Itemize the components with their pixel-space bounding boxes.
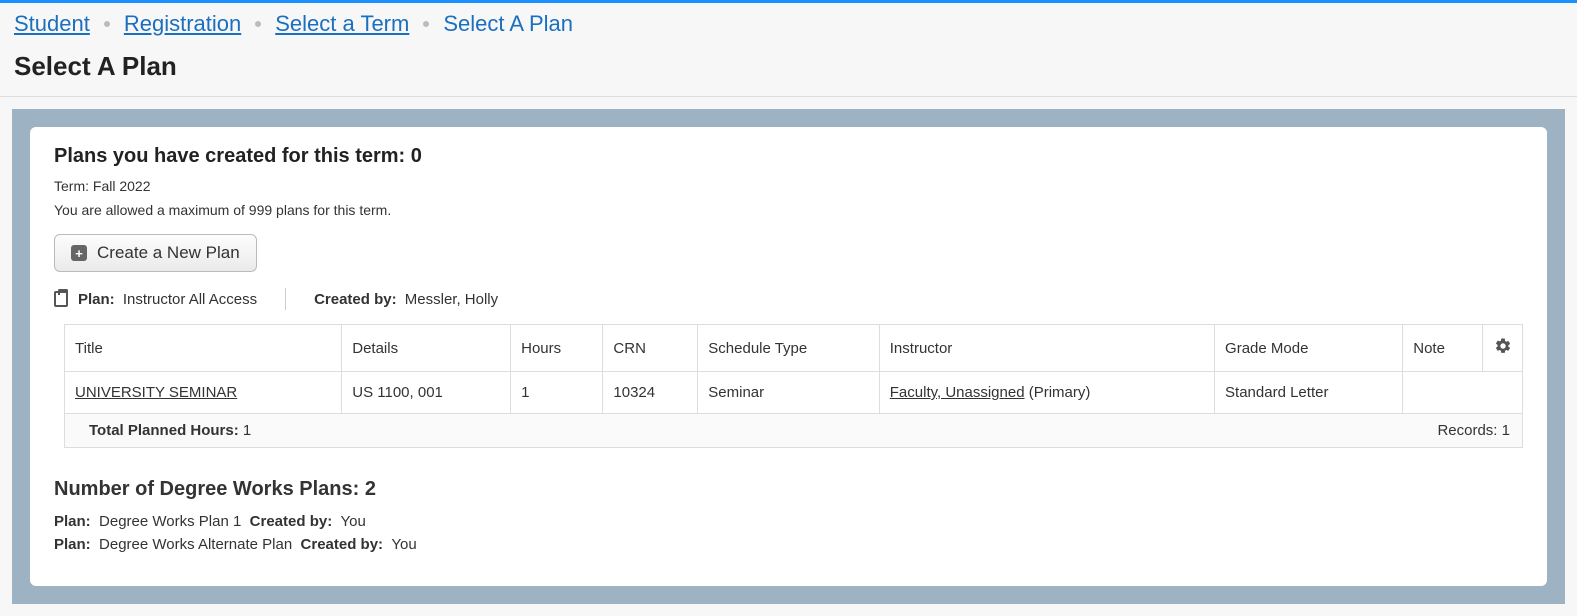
dw-created-by-label: Created by: bbox=[250, 513, 333, 530]
cell-details: US 1100, 001 bbox=[342, 372, 511, 414]
term-line: Term: Fall 2022 bbox=[54, 178, 1523, 194]
breadcrumb-separator-icon bbox=[255, 21, 261, 27]
dw-plan-value: Degree Works Alternate Plan bbox=[99, 536, 292, 553]
breadcrumb: Student Registration Select a Term Selec… bbox=[0, 3, 1577, 43]
content-panel: Plans you have created for this term: 0 … bbox=[30, 127, 1547, 586]
col-note[interactable]: Note bbox=[1403, 325, 1483, 372]
cell-instructor: Faculty, Unassigned (Primary) bbox=[879, 372, 1214, 414]
dw-count: 2 bbox=[365, 478, 376, 500]
dw-plan-label: Plan: bbox=[54, 536, 91, 553]
plans-created-heading-text: Plans you have created for this term: bbox=[54, 145, 411, 167]
cell-hours: 1 bbox=[511, 372, 603, 414]
records-label: Records: bbox=[1437, 422, 1501, 439]
plan-table: Title Details Hours CRN Schedule Type In… bbox=[64, 324, 1523, 414]
plan-label: Plan: bbox=[78, 291, 115, 308]
max-plans-text: You are allowed a maximum of 999 plans f… bbox=[54, 202, 1523, 218]
dw-created-by-value: You bbox=[341, 513, 366, 530]
gear-icon[interactable] bbox=[1494, 342, 1512, 359]
degree-works-heading: Number of Degree Works Plans: 2 bbox=[54, 478, 1523, 501]
col-instructor[interactable]: Instructor bbox=[879, 325, 1214, 372]
dw-plan-label: Plan: bbox=[54, 513, 91, 530]
cell-title: UNIVERSITY SEMINAR bbox=[65, 372, 342, 414]
clipboard-icon bbox=[54, 291, 68, 307]
instructor-link[interactable]: Faculty, Unassigned bbox=[890, 384, 1025, 401]
plus-icon: + bbox=[71, 245, 87, 261]
degree-works-section: Number of Degree Works Plans: 2 Plan: De… bbox=[54, 478, 1523, 556]
cell-crn: 10324 bbox=[603, 372, 698, 414]
dw-heading-text: Number of Degree Works Plans: bbox=[54, 478, 365, 500]
table-header-row: Title Details Hours CRN Schedule Type In… bbox=[65, 325, 1523, 372]
col-settings[interactable] bbox=[1483, 325, 1523, 372]
dw-plan-value: Degree Works Plan 1 bbox=[99, 513, 241, 530]
col-details[interactable]: Details bbox=[342, 325, 511, 372]
col-grade-mode[interactable]: Grade Mode bbox=[1215, 325, 1403, 372]
plan-meta-row: Plan: Instructor All Access Created by: … bbox=[54, 288, 1523, 310]
plans-created-heading: Plans you have created for this term: 0 bbox=[54, 145, 1523, 168]
dw-plan-line: Plan: Degree Works Plan 1 Created by: Yo… bbox=[54, 511, 1523, 534]
plans-created-count: 0 bbox=[411, 145, 422, 167]
term-value: Fall 2022 bbox=[93, 178, 151, 194]
breadcrumb-registration[interactable]: Registration bbox=[124, 11, 241, 37]
table-row: UNIVERSITY SEMINAR US 1100, 001 1 10324 … bbox=[65, 372, 1523, 414]
col-schedule-type[interactable]: Schedule Type bbox=[698, 325, 879, 372]
table-footer: Total Planned Hours: 1 Records: 1 bbox=[64, 414, 1523, 448]
breadcrumb-separator-icon bbox=[423, 21, 429, 27]
plan-value: Instructor All Access bbox=[123, 291, 257, 308]
create-new-plan-label: Create a New Plan bbox=[97, 243, 240, 263]
records-value: 1 bbox=[1502, 422, 1510, 439]
dw-created-by-label: Created by: bbox=[301, 536, 384, 553]
instructor-suffix: (Primary) bbox=[1025, 384, 1091, 401]
dw-plan-line: Plan: Degree Works Alternate Plan Create… bbox=[54, 534, 1523, 557]
col-title[interactable]: Title bbox=[65, 325, 342, 372]
records-count: Records: 1 bbox=[1437, 422, 1510, 439]
created-by-value: Messler, Holly bbox=[405, 291, 498, 308]
cell-note bbox=[1403, 372, 1523, 414]
page-title: Select A Plan bbox=[0, 43, 1577, 96]
total-hours-value: 1 bbox=[243, 422, 251, 439]
course-title-link[interactable]: UNIVERSITY SEMINAR bbox=[75, 384, 237, 401]
created-by-label: Created by: bbox=[314, 291, 397, 308]
content-frame: Plans you have created for this term: 0 … bbox=[12, 109, 1565, 604]
meta-divider bbox=[285, 288, 286, 310]
cell-grade-mode: Standard Letter bbox=[1215, 372, 1403, 414]
total-hours: Total Planned Hours: 1 bbox=[89, 422, 251, 439]
dw-created-by-value: You bbox=[391, 536, 416, 553]
breadcrumb-current: Select A Plan bbox=[443, 11, 573, 37]
col-crn[interactable]: CRN bbox=[603, 325, 698, 372]
divider bbox=[0, 96, 1577, 97]
col-hours[interactable]: Hours bbox=[511, 325, 603, 372]
breadcrumb-student[interactable]: Student bbox=[14, 11, 90, 37]
term-label: Term: bbox=[54, 178, 93, 194]
total-hours-label: Total Planned Hours: bbox=[89, 422, 243, 439]
cell-schedule-type: Seminar bbox=[698, 372, 879, 414]
breadcrumb-separator-icon bbox=[104, 21, 110, 27]
breadcrumb-select-term[interactable]: Select a Term bbox=[275, 11, 409, 37]
create-new-plan-button[interactable]: + Create a New Plan bbox=[54, 234, 257, 272]
